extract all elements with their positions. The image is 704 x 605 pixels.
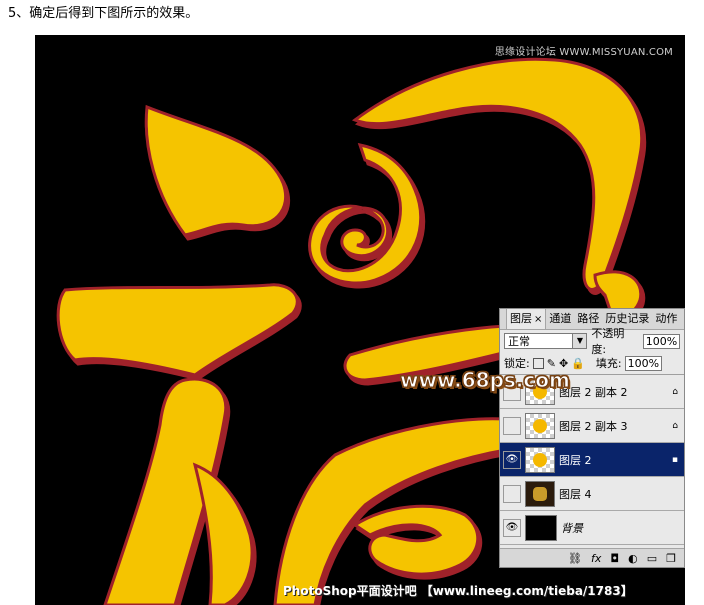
opacity-label: 不透明度: bbox=[591, 327, 625, 356]
tab-label: 图层 bbox=[510, 312, 532, 325]
lock-all-icon[interactable]: 🔒 bbox=[571, 357, 585, 370]
layer-name: 背景 bbox=[561, 521, 583, 535]
watermark-top: 思缘设计论坛 WWW.MISSYUAN.COM bbox=[494, 47, 673, 58]
blend-row: 正常 ▼ 不透明度: 100% bbox=[500, 327, 684, 356]
panel-bottom-bar: ⛓ fx ◘ ◐ ▭ ❐ bbox=[500, 548, 684, 567]
blend-mode-select[interactable]: 正常 ▼ bbox=[504, 333, 588, 349]
new-layer-icon[interactable]: ❐ bbox=[666, 552, 676, 565]
layer-style-icon[interactable]: ⌂ bbox=[672, 421, 678, 431]
chevron-down-icon: ▼ bbox=[572, 334, 587, 348]
step-caption: 5、确定后得到下图所示的效果。 bbox=[8, 6, 199, 21]
layer-name: 图层 4 bbox=[559, 487, 592, 501]
tab-layers[interactable]: 图层 × bbox=[506, 309, 547, 329]
layer-thumbnail bbox=[525, 480, 555, 507]
glyph-stroke-swirl bbox=[308, 143, 423, 285]
lock-transparency-icon[interactable] bbox=[532, 357, 544, 369]
layer-style-icon[interactable]: ▪ bbox=[672, 455, 678, 465]
eye-icon[interactable]: 👁 bbox=[503, 518, 521, 537]
layer-row[interactable]: 图层 4 bbox=[500, 477, 684, 511]
glyph-stroke-bowl bbox=[352, 504, 480, 576]
mask-icon[interactable]: ◘ bbox=[610, 552, 619, 565]
fill-field[interactable]: 100% bbox=[624, 355, 663, 371]
blend-mode-value: 正常 bbox=[508, 335, 530, 348]
close-icon[interactable]: × bbox=[534, 314, 542, 325]
layer-row-selected[interactable]: 👁 图层 2 ▪ bbox=[500, 443, 684, 477]
glyph-stroke-dot bbox=[144, 104, 288, 237]
opacity-field[interactable]: 100% bbox=[642, 333, 680, 349]
visibility-toggle[interactable] bbox=[503, 416, 521, 435]
layers-panel: 图层 × 通道 路径 历史记录 动作 正常 ▼ 不透明度: 100% 锁定: ✎ … bbox=[499, 308, 685, 568]
glyph-stroke-left-short bbox=[192, 462, 254, 605]
adjustment-icon[interactable]: ◐ bbox=[628, 552, 638, 565]
eye-icon[interactable]: 👁 bbox=[503, 450, 521, 469]
layer-thumbnail bbox=[525, 446, 555, 473]
visibility-toggle[interactable] bbox=[503, 484, 521, 503]
link-icon[interactable]: ⛓ bbox=[568, 552, 582, 565]
watermark-center: www.68ps.com bbox=[400, 368, 571, 393]
layer-name: 图层 2 bbox=[559, 453, 592, 467]
glyph-stroke-left-hook bbox=[56, 283, 299, 377]
layer-thumbnail bbox=[525, 514, 557, 541]
folder-icon[interactable]: ▭ bbox=[647, 552, 657, 565]
watermark-bottom: PhotoShop平面设计吧 【www.lineeg.com/tieba/178… bbox=[283, 584, 633, 598]
fill-label: 填充: bbox=[595, 357, 622, 370]
layer-row-background[interactable]: 👁 背景 bbox=[500, 511, 684, 545]
fx-icon[interactable]: fx bbox=[591, 552, 601, 565]
tab-channels[interactable]: 通道 bbox=[546, 309, 574, 329]
tab-actions[interactable]: 动作 bbox=[652, 309, 680, 329]
layer-thumbnail bbox=[525, 412, 555, 439]
layer-style-icon[interactable]: ⌂ bbox=[672, 387, 678, 397]
layer-name: 图层 2 副本 3 bbox=[559, 419, 628, 433]
layer-row[interactable]: 图层 2 副本 3 ⌂ bbox=[500, 409, 684, 443]
